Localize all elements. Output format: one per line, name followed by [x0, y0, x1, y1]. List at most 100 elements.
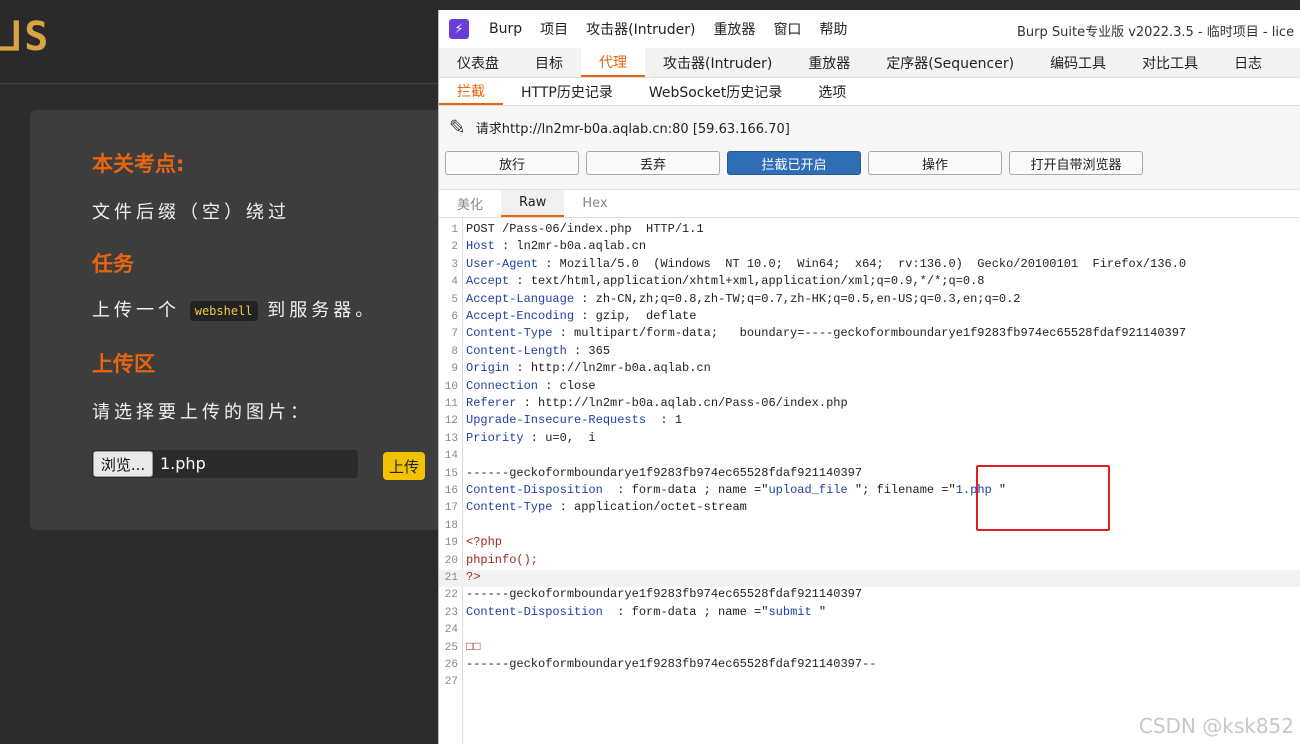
line-segment-t: : multipart/form-data; boundary=----geck… — [552, 326, 1187, 341]
request-line[interactable]: 17 Content-Type : application/octet-strea… — [439, 500, 1300, 517]
view-tab-hex[interactable]: Hex — [564, 190, 625, 217]
tab-intruder[interactable]: 攻击器(Intruder) — [645, 48, 790, 77]
line-segment-v: submit — [768, 604, 812, 619]
request-line[interactable]: 25 □□ — [439, 640, 1300, 657]
request-line[interactable]: 5 Accept-Language : zh-CN,zh;q=0.8,zh-TW;… — [439, 292, 1300, 309]
subtab-intercept[interactable]: 拦截 — [439, 78, 503, 105]
line-segment-t: : http://ln2mr-b0a.aqlab.cn — [509, 361, 711, 376]
subtab-websocket-history[interactable]: WebSocket历史记录 — [631, 78, 800, 105]
pencil-icon[interactable]: ✎ — [449, 115, 466, 139]
section-text-task: 上传一个 webshell 到服务器。 — [92, 296, 377, 322]
request-line[interactable]: 26 ------geckoformboundarye1f9283fb974ec6… — [439, 657, 1300, 674]
request-line[interactable]: 27 — [439, 674, 1300, 691]
line-segment-v2: 1.php — [955, 483, 992, 497]
request-line[interactable]: 16 Content-Disposition : form-data ; name… — [439, 483, 1300, 500]
drop-button[interactable]: 丢弃 — [586, 151, 720, 175]
line-text: POST /Pass-06/index.php HTTP/1.1 — [466, 222, 704, 236]
request-line[interactable]: 9 Origin : http://ln2mr-b0a.aqlab.cn — [439, 361, 1300, 378]
file-input[interactable]: 浏览... 1.php — [92, 450, 358, 478]
menu-window[interactable]: 窗口 — [773, 19, 801, 39]
request-line[interactable]: 11 Referer : http://ln2mr-b0a.aqlab.cn/Pa… — [439, 396, 1300, 413]
request-line[interactable]: 24 — [439, 622, 1300, 639]
line-text: ------geckoformboundarye1f9283fb974ec655… — [466, 587, 862, 601]
request-line[interactable]: 15 ------geckoformboundarye1f9283fb974ec6… — [439, 466, 1300, 483]
request-line[interactable]: 1 POST /Pass-06/index.php HTTP/1.1 — [439, 222, 1300, 239]
line-number: 25 — [444, 641, 458, 654]
line-text: □□ — [466, 640, 480, 654]
line-segment-t3: " — [991, 483, 1007, 497]
line-number: 2 — [451, 241, 458, 254]
line-segment-k: Accept — [466, 274, 510, 289]
line-text: Accept-Encoding : gzip, deflate — [466, 309, 696, 323]
line-segment-k: Priority — [466, 430, 524, 445]
line-text: Priority : u=0, i — [466, 431, 596, 445]
request-line[interactable]: 3 User-Agent : Mozilla/5.0 (Windows NT 10… — [439, 257, 1300, 274]
tab-proxy[interactable]: 代理 — [581, 48, 645, 77]
line-number: 17 — [444, 502, 458, 515]
request-line[interactable]: 6 Accept-Encoding : gzip, deflate — [439, 309, 1300, 326]
main-tabs: 仪表盘 目标 代理 攻击器(Intruder) 重放器 定序器(Sequence… — [439, 48, 1300, 78]
request-line[interactable]: 14 — [439, 448, 1300, 465]
line-segment-k: User-Agent — [466, 256, 539, 271]
line-segment-k: Host — [466, 239, 495, 254]
line-number: 20 — [444, 554, 458, 567]
view-tab-raw[interactable]: Raw — [501, 190, 565, 217]
request-line[interactable]: 4 Accept : text/html,application/xhtml+xm… — [439, 274, 1300, 291]
tab-decoder[interactable]: 编码工具 — [1032, 48, 1124, 77]
menu-project[interactable]: 项目 — [540, 19, 568, 39]
view-tab-pretty[interactable]: 美化 — [439, 190, 501, 217]
open-browser-button[interactable]: 打开自带浏览器 — [1009, 151, 1143, 175]
line-segment-k: Upgrade-Insecure-Requests — [466, 413, 647, 428]
request-line[interactable]: 23 Content-Disposition : form-data ; name… — [439, 605, 1300, 622]
request-line[interactable]: 12 Upgrade-Insecure-Requests : 1 — [439, 413, 1300, 430]
request-line[interactable]: 20 phpinfo(); — [439, 553, 1300, 570]
request-line[interactable]: 10 Connection : close — [439, 379, 1300, 396]
tab-dashboard[interactable]: 仪表盘 — [439, 48, 517, 77]
action-button[interactable]: 操作 — [868, 151, 1002, 175]
tab-comparer[interactable]: 对比工具 — [1124, 48, 1216, 77]
line-segment-t: : zh-CN,zh;q=0.8,zh-TW;q=0.7,zh-HK;q=0.5… — [574, 291, 1021, 306]
line-number: 19 — [444, 537, 458, 550]
line-segment-k: Accept-Encoding — [466, 309, 575, 323]
line-number: 11 — [444, 398, 458, 410]
line-segment-p: ?> — [466, 570, 481, 584]
line-text: Connection : close — [466, 379, 596, 393]
request-line[interactable]: 2 Host : ln2mr-b0a.aqlab.cn — [439, 239, 1300, 256]
subtab-http-history[interactable]: HTTP历史记录 — [503, 78, 631, 105]
menu-repeater[interactable]: 重放器 — [713, 19, 755, 39]
line-segment-p: phpinfo(); — [466, 552, 539, 567]
line-text: Origin : http://ln2mr-b0a.aqlab.cn — [466, 361, 711, 375]
tab-target[interactable]: 目标 — [517, 48, 581, 77]
upload-button[interactable]: 上传 — [383, 452, 425, 480]
request-line[interactable]: 13 Priority : u=0, i — [439, 431, 1300, 448]
intercept-toggle-button[interactable]: 拦截已开启 — [727, 151, 861, 175]
line-number: 18 — [444, 519, 458, 532]
line-number: 6 — [451, 311, 458, 323]
request-line[interactable]: 8 Content-Length : 365 — [439, 344, 1300, 361]
request-line[interactable]: 7 Content-Type : multipart/form-data; bou… — [439, 326, 1300, 343]
line-segment-t: POST /Pass-06/index.php HTTP/1.1 — [466, 222, 704, 236]
tab-sequencer[interactable]: 定序器(Sequencer) — [868, 48, 1032, 77]
request-editor[interactable]: 1 POST /Pass-06/index.php HTTP/1.1 2 Host :… — [439, 218, 1300, 744]
line-number: 13 — [444, 432, 458, 445]
request-line[interactable]: 18 — [439, 518, 1300, 535]
line-segment-v: upload_file — [768, 483, 848, 497]
forward-button[interactable]: 放行 — [445, 151, 579, 175]
browse-button[interactable]: 浏览... — [93, 451, 153, 477]
menu-help[interactable]: 帮助 — [819, 19, 847, 39]
challenge-card: 本关考点: 文件后缀（空）绕过 任务 上传一个 webshell 到服务器。 上… — [30, 110, 450, 530]
line-segment-k: Content-Type — [466, 500, 553, 515]
tab-repeater[interactable]: 重放器 — [790, 48, 868, 77]
line-segment-t: : http://ln2mr-b0a.aqlab.cn/Pass-06/inde… — [516, 396, 848, 410]
menu-burp[interactable]: Burp — [489, 21, 522, 37]
request-line[interactable]: 22 ------geckoformboundarye1f9283fb974ec6… — [439, 587, 1300, 604]
request-line[interactable]: 21 ?> — [439, 570, 1300, 588]
selected-file-name: 1.php — [160, 454, 206, 473]
section-title-upload: 上传区 — [92, 352, 155, 376]
subtab-options[interactable]: 选项 — [800, 78, 864, 105]
request-line[interactable]: 19 <?php — [439, 535, 1300, 552]
line-text: Accept-Language : zh-CN,zh;q=0.8,zh-TW;q… — [466, 292, 1021, 306]
menu-intruder[interactable]: 攻击器(Intruder) — [586, 19, 695, 39]
tab-logger[interactable]: 日志 — [1216, 48, 1280, 77]
line-number: 15 — [444, 467, 458, 480]
